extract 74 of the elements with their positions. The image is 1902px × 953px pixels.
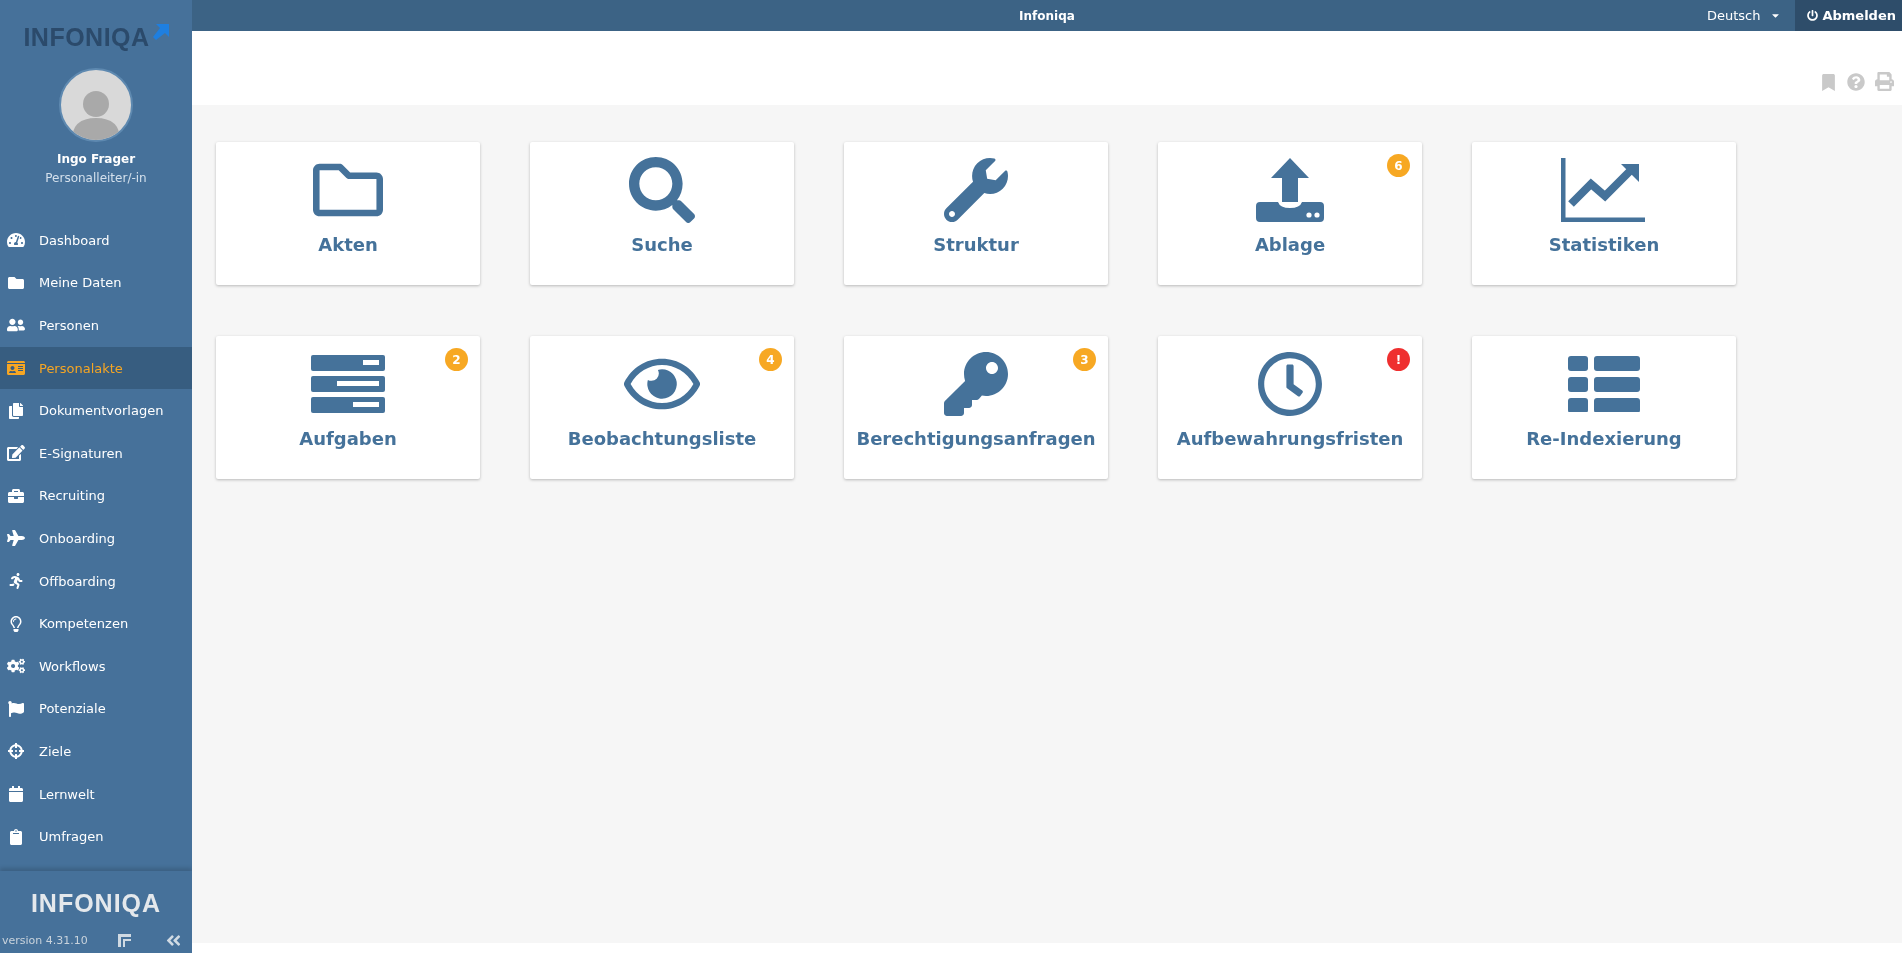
corner-icon[interactable] xyxy=(117,934,131,947)
nav-item[interactable]: Recruiting xyxy=(0,474,192,518)
gauge-icon xyxy=(7,232,25,249)
stacked-bars-icon xyxy=(311,355,385,413)
app-title: Infoniqa xyxy=(1019,8,1075,23)
module-tile[interactable]: Ablage 6 xyxy=(1158,142,1422,285)
briefcase-icon xyxy=(7,487,25,504)
help-icon[interactable] xyxy=(1847,73,1865,91)
nav-item[interactable]: Dashboard xyxy=(0,219,192,262)
tile-label: Akten xyxy=(318,234,378,255)
nav-item[interactable]: Workflows xyxy=(0,644,192,688)
tile-label: Beobachtungsliste xyxy=(567,428,757,449)
wrench-icon xyxy=(944,158,1008,222)
copy-icon xyxy=(7,402,25,419)
search-icon xyxy=(629,157,695,223)
tile-label: Aufbewahrungsfristen xyxy=(1176,428,1404,449)
upload-tray-icon xyxy=(1256,158,1324,222)
nav-item[interactable]: Kompetenzen xyxy=(0,602,192,645)
nav-item[interactable]: E-Signaturen xyxy=(0,431,192,475)
nav-item[interactable]: Offboarding xyxy=(0,559,192,603)
bookmark-icon[interactable] xyxy=(1820,74,1837,91)
count-badge: 3 xyxy=(1073,348,1096,371)
nav-item[interactable]: Potenziale xyxy=(0,687,192,731)
tile-label: Aufgaben xyxy=(299,428,397,449)
nav-item[interactable]: Personen xyxy=(0,304,192,347)
nav-item[interactable]: Ziele xyxy=(0,730,192,773)
count-badge: 4 xyxy=(759,348,782,371)
key-icon xyxy=(944,352,1008,416)
tile-label: Statistiken xyxy=(1548,234,1660,255)
print-icon[interactable] xyxy=(1875,72,1894,91)
power-icon xyxy=(1807,10,1819,21)
tile-label: Suche xyxy=(631,234,693,255)
gears-icon xyxy=(7,658,25,675)
module-tile[interactable]: Struktur xyxy=(844,142,1108,285)
alert-badge: ! xyxy=(1387,348,1410,371)
line-chart-icon xyxy=(1561,158,1647,222)
module-tile[interactable]: Berechtigungsanfragen 3 xyxy=(844,336,1108,479)
tile-label: Struktur xyxy=(933,234,1019,255)
nav-item[interactable]: Personalakte xyxy=(0,346,192,390)
calendar-icon xyxy=(7,786,25,802)
flag-icon xyxy=(7,700,25,717)
user-role: Personalleiter/-in xyxy=(44,171,148,185)
module-tile[interactable]: Aufbewahrungsfristen ! xyxy=(1158,336,1422,479)
nav-item[interactable]: Dokumentvorlagen xyxy=(0,389,192,432)
module-tile[interactable]: Aufgaben 2 xyxy=(216,336,480,479)
nav-item[interactable]: Umfragen xyxy=(0,815,192,858)
count-badge: 2 xyxy=(445,348,468,371)
module-tile[interactable]: Akten xyxy=(216,142,480,285)
tile-label: Ablage xyxy=(1254,234,1326,255)
nav-item[interactable]: Onboarding xyxy=(0,517,192,560)
module-tile[interactable]: Beobachtungsliste 4 xyxy=(530,336,794,479)
footer-logo: INFONIQA xyxy=(30,889,162,918)
clipboard-icon xyxy=(7,828,25,845)
running-person-icon xyxy=(7,573,25,590)
folder-icon xyxy=(7,274,25,291)
clock-icon xyxy=(1257,351,1323,417)
plane-icon xyxy=(7,530,25,547)
id-card-icon xyxy=(7,360,25,377)
logout-button[interactable]: Abmelden xyxy=(1795,0,1902,31)
crosshair-icon xyxy=(7,743,25,760)
tile-label: Re-Indexierung xyxy=(1526,428,1682,449)
collapse-icon[interactable] xyxy=(164,932,182,949)
language-dropdown[interactable]: Deutsch xyxy=(1692,0,1796,31)
nav-item[interactable]: Lernwelt xyxy=(0,772,192,816)
module-tile[interactable]: Re-Indexierung xyxy=(1472,336,1736,479)
nav-item[interactable]: Meine Daten xyxy=(0,261,192,305)
user-name: Ingo Frager xyxy=(55,152,137,166)
list-icon xyxy=(1568,356,1640,412)
version-text: version 4.31.10 xyxy=(1,934,88,947)
tile-label: Berechtigungsanfragen xyxy=(856,428,1096,449)
people-icon xyxy=(7,317,25,334)
count-badge: 6 xyxy=(1387,154,1410,177)
module-tile[interactable]: Statistiken xyxy=(1472,142,1736,285)
module-tile[interactable]: Suche xyxy=(530,142,794,285)
